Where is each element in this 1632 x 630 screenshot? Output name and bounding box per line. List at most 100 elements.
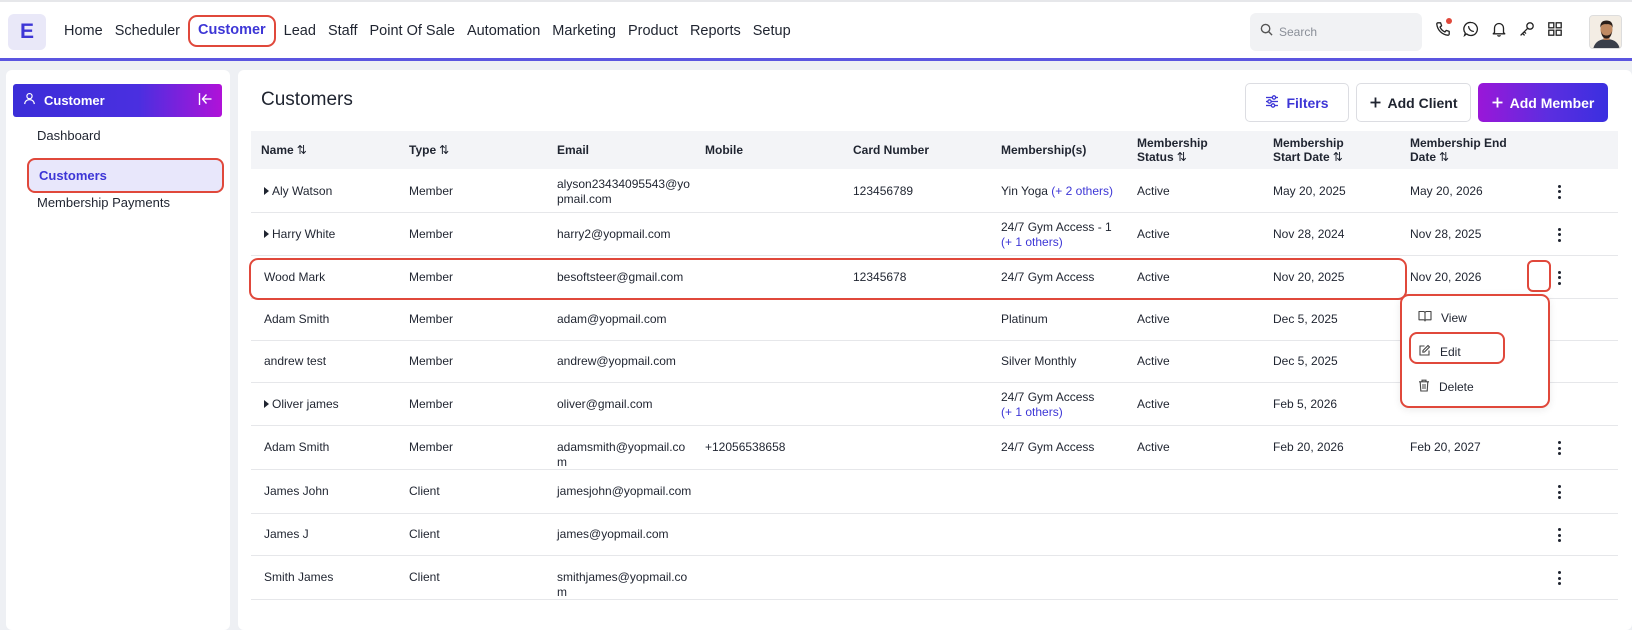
cell-membership: Yin Yoga (+ 2 others) xyxy=(1001,183,1113,198)
nav-customer[interactable]: Customer xyxy=(187,15,276,47)
membership-others-link[interactable]: (+ 2 others) xyxy=(1051,184,1113,198)
row-actions-highlight[interactable] xyxy=(1527,260,1551,292)
row-actions-menu-icon[interactable] xyxy=(1553,227,1565,242)
cell-email: alyson23434095543@yopmail.com xyxy=(557,176,690,206)
cell-name: Adam Smith xyxy=(264,312,330,326)
main-nav: Home Scheduler Customer Lead Staff Point… xyxy=(58,2,797,60)
membership-others-link[interactable]: (+ 1 others) xyxy=(1001,405,1063,419)
column-header-membership-start-date[interactable]: Membership Start Date ⇅ xyxy=(1273,131,1373,169)
search-icon xyxy=(1260,23,1273,41)
whatsapp-icon[interactable] xyxy=(1462,20,1479,37)
row-actions-menu-icon[interactable] xyxy=(1553,441,1565,455)
cell-type: Client xyxy=(409,527,440,541)
table-row[interactable]: James J Client james@yopmail.com xyxy=(251,514,1618,556)
filters-button[interactable]: Filters xyxy=(1245,83,1349,122)
cell-end-date: Nov 28, 2025 xyxy=(1410,226,1482,241)
column-header-type[interactable]: Type ⇅ xyxy=(409,131,449,169)
cell-start-date: May 20, 2025 xyxy=(1273,183,1346,198)
cell-name: Oliver james xyxy=(264,397,404,412)
sidebar-item-label: Customers xyxy=(39,168,107,183)
page-title: Customers xyxy=(261,89,353,110)
cell-type: Member xyxy=(409,226,454,241)
app-logo[interactable]: E xyxy=(8,14,46,50)
nav-marketing[interactable]: Marketing xyxy=(546,16,622,46)
membership-others-link[interactable]: (+ 1 others) xyxy=(1001,235,1063,249)
bell-icon[interactable] xyxy=(1490,20,1507,37)
top-navigation-bar: E Home Scheduler Customer Lead Staff Poi… xyxy=(0,0,1632,61)
column-header-membership-end-date[interactable]: Membership End Date ⇅ xyxy=(1410,131,1510,169)
cell-name: James John xyxy=(264,484,329,498)
nav-product[interactable]: Product xyxy=(622,16,684,46)
table-row[interactable]: Smith James Client smithjames@yopmail.com xyxy=(251,556,1618,600)
cell-membership-status: Active xyxy=(1137,312,1170,326)
menu-item-edit[interactable]: Edit xyxy=(1418,344,1461,360)
add-member-button[interactable]: Add Member xyxy=(1478,83,1608,122)
row-actions-menu-icon[interactable] xyxy=(1553,571,1565,585)
add-member-label: Add Member xyxy=(1509,94,1595,111)
user-avatar[interactable] xyxy=(1589,15,1622,49)
nav-automation[interactable]: Automation xyxy=(461,16,546,46)
cell-card-number: 12345678 xyxy=(853,269,907,284)
sidebar-item-dashboard[interactable]: Dashboard xyxy=(37,128,101,143)
sliders-icon xyxy=(1265,94,1279,111)
table-row[interactable]: Aly Watson Member alyson23434095543@yopmai… xyxy=(251,170,1618,213)
row-actions-menu-icon[interactable] xyxy=(1553,528,1565,542)
search-input[interactable] xyxy=(1279,25,1409,39)
cell-type: Member xyxy=(409,183,454,198)
cell-card-number: 123456789 xyxy=(853,183,914,198)
row-actions-menu-icon[interactable] xyxy=(1553,485,1565,499)
cell-start-date: Dec 5, 2025 xyxy=(1273,312,1338,326)
cell-membership-status: Active xyxy=(1137,396,1170,411)
expand-caret-icon[interactable] xyxy=(264,187,269,196)
search-box[interactable] xyxy=(1250,13,1422,51)
column-header-email: Email xyxy=(557,143,590,157)
cell-start-date: Dec 5, 2025 xyxy=(1273,354,1338,368)
cell-start-date: Nov 20, 2025 xyxy=(1273,269,1345,284)
cell-name: Wood Mark xyxy=(264,269,326,284)
table-row[interactable]: Harry White Member harry2@yopmail.com 24/7 … xyxy=(251,213,1618,256)
cell-email: james@yopmail.com xyxy=(557,527,669,541)
menu-item-delete[interactable]: Delete xyxy=(1418,379,1474,395)
collapse-sidebar-icon[interactable] xyxy=(198,92,213,111)
cell-end-date: Nov 20, 2026 xyxy=(1410,269,1482,284)
table-row[interactable]: Adam Smith Member adamsmith@yopmail.com +12… xyxy=(251,426,1618,470)
pencil-icon xyxy=(1418,344,1431,360)
nav-scheduler[interactable]: Scheduler xyxy=(109,16,186,46)
nav-setup[interactable]: Setup xyxy=(747,16,797,46)
plus-icon xyxy=(1370,95,1381,111)
nav-lead[interactable]: Lead xyxy=(278,16,322,46)
cell-type: Client xyxy=(409,570,440,584)
nav-point-of-sale[interactable]: Point Of Sale xyxy=(364,16,461,46)
sidebar-item-customers[interactable]: Customers xyxy=(27,158,224,193)
add-client-label: Add Client xyxy=(1387,94,1458,111)
add-client-button[interactable]: Add Client xyxy=(1356,83,1471,122)
nav-reports[interactable]: Reports xyxy=(684,16,747,46)
column-header-mobile: Mobile xyxy=(705,143,743,157)
table-row[interactable]: Wood Mark Member besoftsteer@gmail.com 1234… xyxy=(251,256,1618,299)
cell-start-date: Nov 28, 2024 xyxy=(1273,226,1345,241)
sidebar-item-membership-payments[interactable]: Membership Payments xyxy=(37,195,170,210)
expand-caret-icon[interactable] xyxy=(264,230,269,239)
menu-item-view[interactable]: View xyxy=(1418,310,1467,325)
key-icon[interactable] xyxy=(1518,20,1535,37)
cell-type: Member xyxy=(409,354,454,368)
column-header-name[interactable]: Name ⇅ xyxy=(261,131,307,169)
plus-icon xyxy=(1492,95,1503,111)
row-actions-menu-icon[interactable] xyxy=(1553,184,1565,199)
column-header-membership-status[interactable]: Membership Status ⇅ xyxy=(1137,131,1237,169)
expand-caret-icon[interactable] xyxy=(264,400,269,409)
nav-staff[interactable]: Staff xyxy=(322,16,364,46)
apps-grid-icon[interactable] xyxy=(1546,20,1563,37)
cell-membership-status: Active xyxy=(1137,269,1170,284)
cell-email: adam@yopmail.com xyxy=(557,312,667,326)
sort-icon: ⇅ xyxy=(296,143,307,157)
nav-home[interactable]: Home xyxy=(58,16,109,46)
cell-end-date: May 20, 2026 xyxy=(1410,183,1483,198)
cell-start-date: Feb 20, 2026 xyxy=(1273,440,1344,454)
phone-icon[interactable] xyxy=(1434,18,1452,37)
cell-membership-status: Active xyxy=(1137,183,1170,198)
row-actions-menu-icon[interactable] xyxy=(1553,270,1565,285)
sort-icon: ⇅ xyxy=(1439,150,1450,164)
table-row[interactable]: James John Client jamesjohn@yopmail.com xyxy=(251,470,1618,514)
cell-type: Member xyxy=(409,269,454,284)
